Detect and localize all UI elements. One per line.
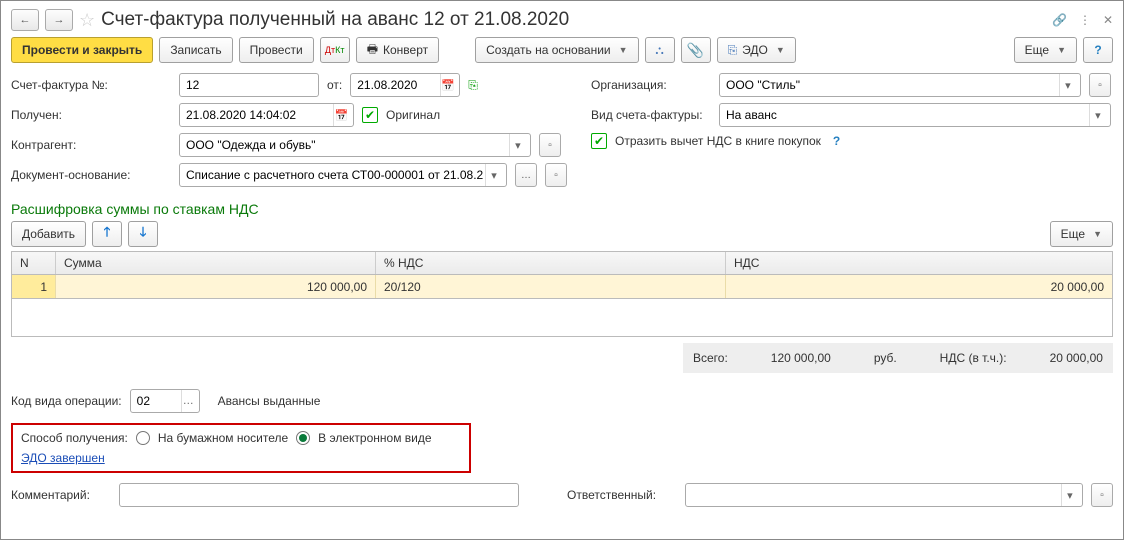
electronic-radio[interactable] — [296, 431, 310, 445]
comment-field[interactable] — [119, 483, 519, 507]
dropdown-icon[interactable]: ▾ — [485, 164, 502, 186]
hierarchy-icon: ⛬ — [655, 43, 663, 58]
convert-button[interactable]: 🖶Конверт — [356, 37, 439, 63]
original-checkbox[interactable]: ✔ — [362, 107, 378, 123]
vat-section-title: Расшифровка суммы по ставкам НДС — [11, 201, 1113, 217]
electronic-label: В электронном виде — [318, 431, 431, 445]
col-n[interactable]: N — [12, 252, 56, 274]
cell-rate: 20/120 — [376, 275, 726, 298]
help-hint-icon[interactable]: ? — [833, 134, 840, 148]
receive-mode-label: Способ получения: — [21, 431, 128, 445]
responsible-field[interactable]: ▾ — [685, 483, 1083, 507]
col-rate[interactable]: % НДС — [376, 252, 726, 274]
invoice-date-field[interactable]: 📅 — [350, 73, 460, 97]
back-button[interactable]: ← — [11, 9, 39, 31]
received-label: Получен: — [11, 108, 171, 122]
basis-select-button[interactable]: … — [515, 163, 537, 187]
dropdown-icon[interactable]: ▾ — [1089, 104, 1106, 126]
op-code-desc: Авансы выданные — [218, 394, 321, 408]
move-down-button[interactable]: 🡓 — [128, 221, 158, 247]
paper-radio[interactable] — [136, 431, 150, 445]
move-up-button[interactable]: 🡑 — [92, 221, 122, 247]
responsible-open-button[interactable]: ▫ — [1091, 483, 1113, 507]
org-label: Организация: — [591, 78, 711, 92]
dtkt-button[interactable]: ДтКт — [320, 37, 350, 63]
partner-label: Контрагент: — [11, 138, 171, 152]
invoice-num-field[interactable] — [179, 73, 319, 97]
total-value: 120 000,00 — [771, 351, 831, 365]
paper-label: На бумажном носителе — [158, 431, 288, 445]
print-icon: 🖶 — [367, 40, 378, 61]
status-icon[interactable]: ⎘ — [468, 78, 478, 93]
dropdown-icon[interactable]: ▾ — [1059, 74, 1076, 96]
forward-button[interactable]: → — [45, 9, 73, 31]
more-icon[interactable]: ⋮ — [1079, 13, 1091, 27]
create-based-button[interactable]: Создать на основании▼ — [475, 37, 638, 63]
post-button[interactable]: Провести — [239, 37, 314, 63]
table-row[interactable]: 1 120 000,00 20/120 20 000,00 — [11, 275, 1113, 299]
receive-mode-panel: Способ получения: На бумажном носителе В… — [11, 423, 471, 473]
attach-button[interactable]: 📎 — [681, 37, 711, 63]
window-title: Счет-фактура полученный на аванс 12 от 2… — [101, 9, 569, 31]
org-field[interactable]: ▾ — [719, 73, 1081, 97]
arrow-down-icon: 🡓 — [140, 223, 147, 245]
received-field[interactable]: 📅 — [179, 103, 354, 127]
link-icon[interactable]: 🔗 — [1052, 13, 1067, 27]
close-icon[interactable]: ✕ — [1103, 13, 1113, 27]
basis-field[interactable]: ▾ — [179, 163, 507, 187]
total-label: Всего: — [693, 351, 728, 365]
org-open-button[interactable]: ▫ — [1089, 73, 1111, 97]
kind-label: Вид счета-фактуры: — [591, 108, 711, 122]
related-button[interactable]: ⛬ — [645, 37, 675, 63]
grid-more-button[interactable]: Еще▼ — [1050, 221, 1113, 247]
edo-icon: ⎘ — [728, 43, 738, 58]
select-icon[interactable]: … — [181, 390, 195, 412]
arrow-up-icon: 🡑 — [104, 223, 111, 245]
comment-label: Комментарий: — [11, 488, 111, 502]
op-code-field[interactable]: … — [130, 389, 200, 413]
vat-total-label: НДС (в т.ч.): — [940, 351, 1007, 365]
cell-sum: 120 000,00 — [56, 275, 376, 298]
col-sum[interactable]: Сумма — [56, 252, 376, 274]
dropdown-icon[interactable]: ▾ — [509, 134, 526, 156]
grid-empty-area[interactable] — [11, 299, 1113, 337]
partner-field[interactable]: ▾ — [179, 133, 531, 157]
paperclip-icon: 📎 — [687, 42, 704, 59]
add-row-button[interactable]: Добавить — [11, 221, 86, 247]
title-bar: ← → ☆ Счет-фактура полученный на аванс 1… — [11, 9, 1113, 31]
app-window: ← → ☆ Счет-фактура полученный на аванс 1… — [0, 0, 1124, 540]
edo-button[interactable]: ⎘ЭДО▼ — [717, 37, 796, 63]
from-label: от: — [327, 78, 342, 92]
cell-n: 1 — [12, 275, 56, 298]
original-label: Оригинал — [386, 108, 440, 122]
kind-field[interactable]: ▾ — [719, 103, 1111, 127]
vat-total-value: 20 000,00 — [1050, 351, 1103, 365]
reflect-checkbox[interactable]: ✔ — [591, 133, 607, 149]
help-button[interactable]: ? — [1083, 37, 1113, 63]
reflect-label: Отразить вычет НДС в книге покупок — [615, 134, 821, 148]
dropdown-icon[interactable]: ▾ — [1061, 484, 1078, 506]
calendar-icon[interactable]: 📅 — [333, 104, 349, 126]
op-code-label: Код вида операции: — [11, 394, 122, 408]
calendar-icon[interactable]: 📅 — [440, 74, 455, 96]
currency-label: руб. — [874, 351, 897, 365]
col-vat[interactable]: НДС — [726, 252, 1112, 274]
favorite-icon[interactable]: ☆ — [79, 10, 95, 31]
grid-header: N Сумма % НДС НДС — [11, 251, 1113, 275]
edo-status-link[interactable]: ЭДО завершен — [21, 451, 105, 465]
more-button[interactable]: Еще▼ — [1014, 37, 1077, 63]
main-toolbar: Провести и закрыть Записать Провести ДтК… — [11, 37, 1113, 63]
responsible-label: Ответственный: — [567, 488, 677, 502]
totals-bar: Всего: 120 000,00 руб. НДС (в т.ч.): 20 … — [683, 343, 1113, 373]
basis-open-button[interactable]: ▫ — [545, 163, 567, 187]
save-button[interactable]: Записать — [159, 37, 232, 63]
post-and-close-button[interactable]: Провести и закрыть — [11, 37, 153, 63]
partner-open-button[interactable]: ▫ — [539, 133, 561, 157]
basis-label: Документ-основание: — [11, 168, 171, 182]
invoice-num-label: Счет-фактура №: — [11, 78, 171, 92]
cell-vat: 20 000,00 — [726, 275, 1112, 298]
